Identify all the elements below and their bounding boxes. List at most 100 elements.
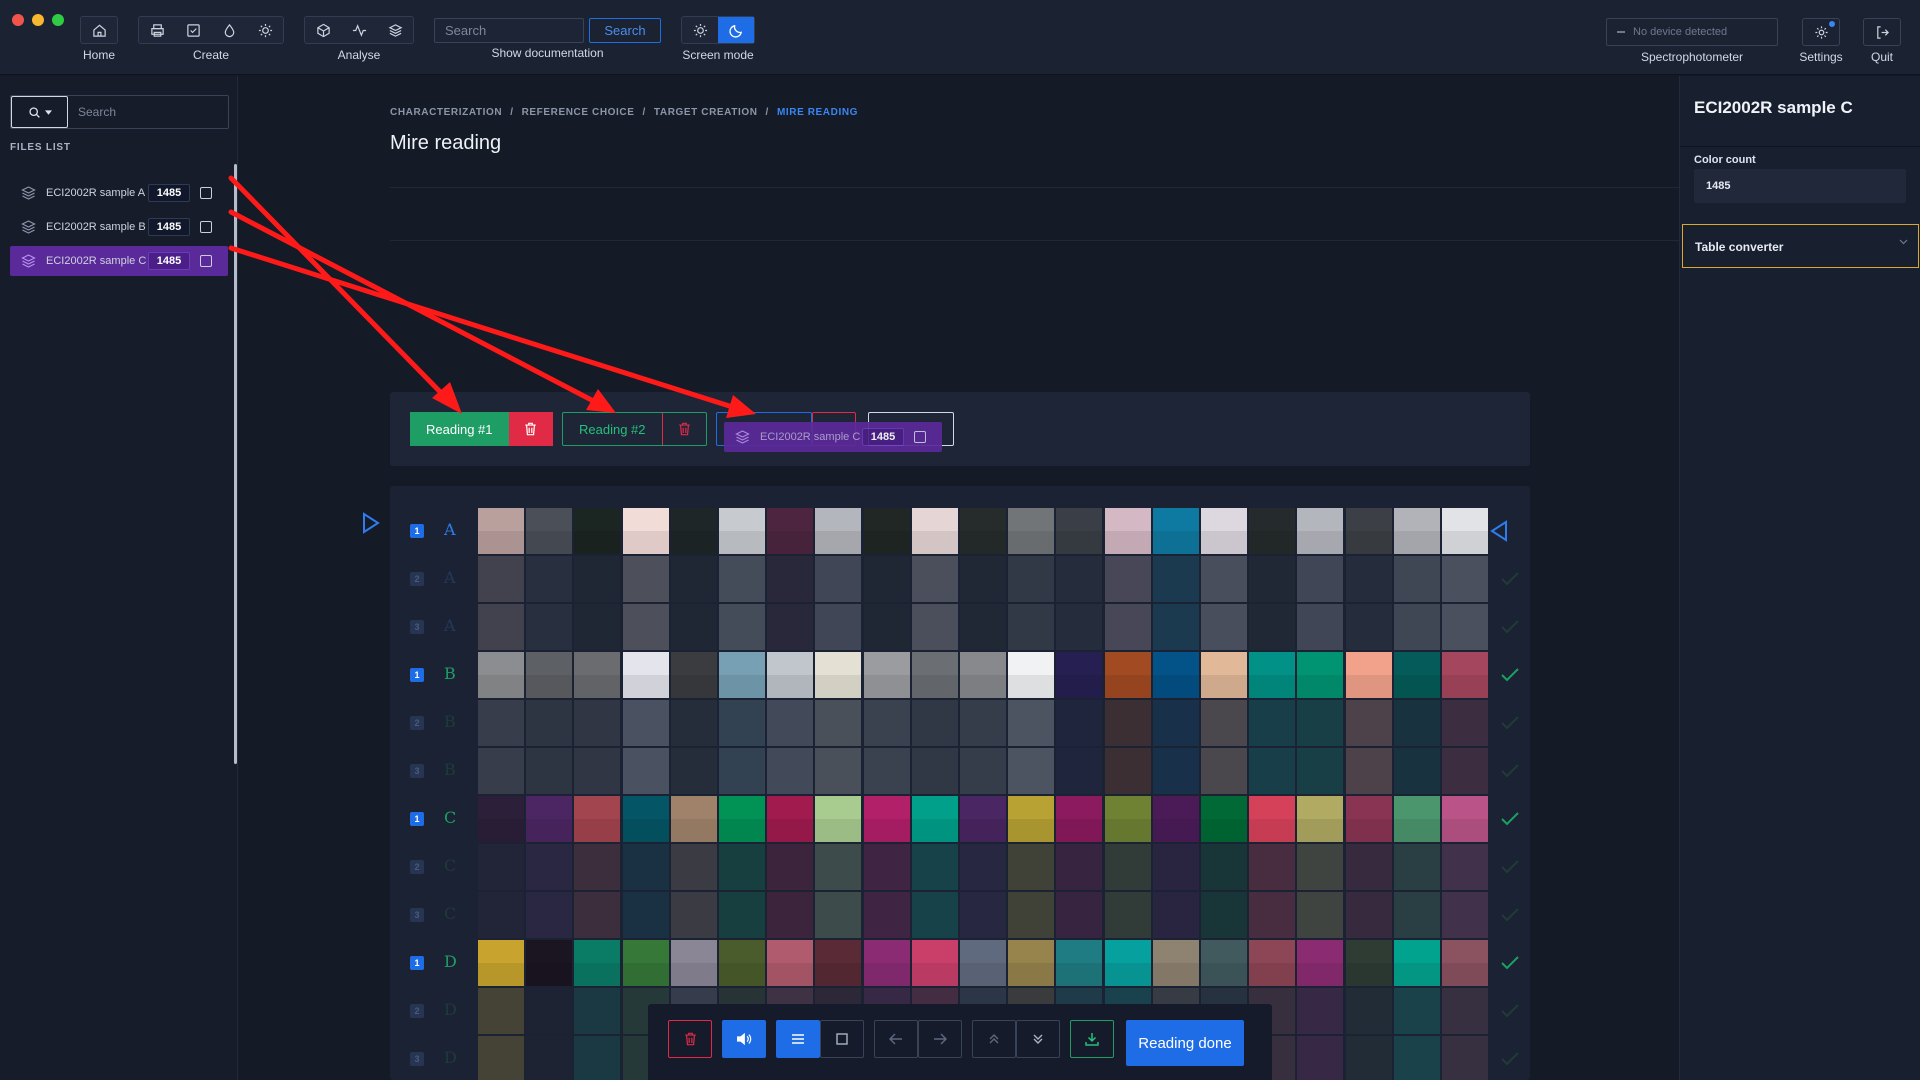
color-patch[interactable] [767,844,814,890]
color-patch[interactable] [863,604,910,650]
color-patch[interactable] [1249,844,1296,890]
device-status-field[interactable]: No device detected [1606,18,1778,46]
color-patch[interactable] [815,844,862,890]
color-patch[interactable] [863,556,910,602]
color-patch[interactable] [1008,796,1055,842]
color-patch[interactable] [815,748,862,794]
color-patch[interactable] [670,604,717,650]
color-patch[interactable] [1201,844,1247,890]
color-patch[interactable] [670,940,717,986]
color-patch[interactable] [767,700,814,746]
color-patch[interactable] [574,748,621,794]
sound-button[interactable] [722,1020,766,1058]
curve-button[interactable] [341,17,377,43]
color-patch[interactable] [574,844,621,890]
color-patch[interactable] [1056,844,1103,890]
color-patch[interactable] [1056,940,1103,986]
color-patch[interactable] [719,940,765,986]
color-patch[interactable] [1249,604,1296,650]
color-patch[interactable] [574,700,621,746]
color-patch[interactable] [863,892,910,938]
color-patch[interactable] [1104,652,1151,698]
file-search-input[interactable]: Search [68,96,228,128]
color-patch[interactable] [1152,556,1199,602]
light-mode-button[interactable] [682,17,718,43]
color-patch[interactable] [960,940,1006,986]
color-patch[interactable] [1152,748,1199,794]
color-patch[interactable] [526,1036,573,1080]
color-patch[interactable] [1104,556,1151,602]
breadcrumb-target-creation[interactable]: TARGET CREATION [654,107,758,118]
color-patch[interactable] [911,940,958,986]
color-patch[interactable] [767,748,814,794]
color-patch[interactable] [1442,604,1488,650]
color-patch[interactable] [1056,748,1103,794]
breadcrumb-characterization[interactable]: CHARACTERIZATION [390,107,502,118]
color-patch[interactable] [1104,748,1151,794]
color-patch[interactable] [815,940,862,986]
delete-reading-1-button[interactable] [508,412,553,446]
color-patch[interactable] [526,796,573,842]
color-patch[interactable] [1297,748,1344,794]
color-patch[interactable] [1008,940,1055,986]
color-patch[interactable] [1056,700,1103,746]
color-patch[interactable] [478,796,524,842]
color-patch[interactable] [1297,700,1344,746]
color-patch[interactable] [670,556,717,602]
color-patch[interactable] [478,748,524,794]
color-patch[interactable] [719,508,765,554]
color-patch[interactable] [526,940,573,986]
doc-search-input[interactable]: Search [434,18,584,43]
color-patch[interactable] [1249,652,1296,698]
color-patch[interactable] [1201,940,1247,986]
color-patch[interactable] [1297,604,1344,650]
color-patch[interactable] [1345,988,1392,1034]
color-patch[interactable] [1104,796,1151,842]
color-patch[interactable] [1442,892,1488,938]
color-patch[interactable] [1345,556,1392,602]
table-converter-accordion[interactable]: Table converter [1682,224,1919,268]
color-patch[interactable] [1056,652,1103,698]
color-patch[interactable] [1152,508,1199,554]
color-patch[interactable] [911,604,958,650]
color-patch[interactable] [1201,604,1247,650]
color-patch[interactable] [1345,652,1392,698]
reading-2-tab[interactable]: Reading #2 [563,413,662,445]
color-patch[interactable] [1008,844,1055,890]
color-patch[interactable] [1442,1036,1488,1080]
color-patch[interactable] [1393,652,1440,698]
color-patch[interactable] [622,556,669,602]
color-patch[interactable] [1201,508,1247,554]
color-patch[interactable] [1249,940,1296,986]
color-patch[interactable] [1297,844,1344,890]
color-patch[interactable] [1201,796,1247,842]
color-patch[interactable] [1008,604,1055,650]
color-patch[interactable] [574,940,621,986]
color-patch[interactable] [719,604,765,650]
color-patch[interactable] [1345,940,1392,986]
color-patch[interactable] [574,988,621,1034]
color-patch[interactable] [478,892,524,938]
color-patch[interactable] [960,604,1006,650]
color-patch[interactable] [1152,844,1199,890]
color-patch[interactable] [960,892,1006,938]
dragged-file-item[interactable]: ECI2002R sample C 1485 [724,422,942,452]
color-patch[interactable] [526,556,573,602]
color-patch[interactable] [719,700,765,746]
color-patch[interactable] [478,652,524,698]
color-patch[interactable] [1056,604,1103,650]
color-patch[interactable] [863,796,910,842]
play-left-icon[interactable] [362,512,380,534]
color-patch[interactable] [1249,892,1296,938]
color-patch[interactable] [1056,556,1103,602]
color-patch[interactable] [911,700,958,746]
color-patch[interactable] [815,892,862,938]
color-patch[interactable] [526,892,573,938]
file-checkbox[interactable] [200,187,212,199]
color-patch[interactable] [1442,508,1488,554]
color-patch[interactable] [863,652,910,698]
color-patch[interactable] [1442,844,1488,890]
color-patch[interactable] [1345,604,1392,650]
color-patch[interactable] [815,700,862,746]
color-patch[interactable] [1201,700,1247,746]
